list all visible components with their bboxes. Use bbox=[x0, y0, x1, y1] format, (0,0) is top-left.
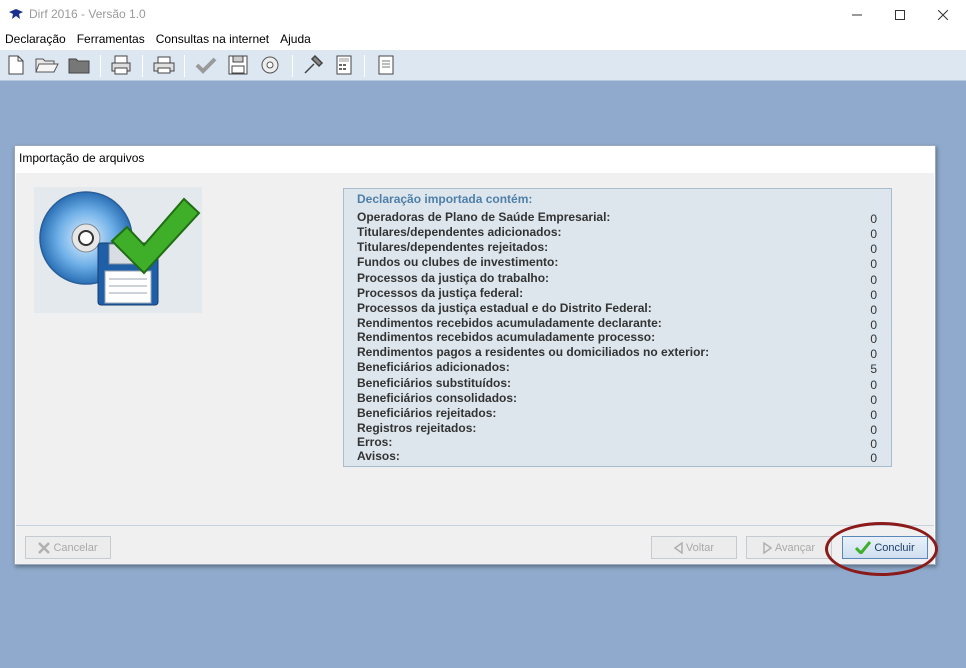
summary-label: Erros: bbox=[357, 435, 393, 449]
open-folder-icon[interactable] bbox=[34, 53, 60, 77]
summary-label: Avisos: bbox=[357, 449, 400, 463]
dialog-body: Declaração importada contém: Operadoras … bbox=[16, 173, 934, 525]
save-as-icon[interactable] bbox=[257, 53, 283, 77]
summary-row: Rendimentos recebidos acumuladamente pro… bbox=[357, 330, 877, 346]
app-logo-icon bbox=[8, 8, 24, 20]
toolbar-separator bbox=[292, 55, 293, 77]
new-document-icon[interactable] bbox=[3, 53, 29, 77]
menu-consultas[interactable]: Consultas na internet bbox=[151, 29, 275, 50]
back-label: Voltar bbox=[685, 541, 715, 554]
summary-row: Beneficiários rejeitados: 0 bbox=[357, 406, 877, 422]
summary-row: Processos da justiça federal: 0 bbox=[357, 286, 877, 302]
report-icon[interactable] bbox=[373, 53, 399, 77]
cancel-button[interactable]: Cancelar bbox=[25, 536, 111, 559]
summary-row: Operadoras de Plano de Saúde Empresarial… bbox=[357, 210, 877, 226]
summary-row: Titulares/dependentes rejeitados: 0 bbox=[357, 240, 877, 256]
summary-row: Registros rejeitados: 0 bbox=[357, 421, 877, 437]
summary-value: 0 bbox=[870, 288, 877, 302]
summary-label: Processos da justiça do trabalho: bbox=[357, 271, 550, 285]
import-summary-panel: Declaração importada contém: Operadoras … bbox=[343, 188, 892, 467]
summary-row: Beneficiários substituídos: 0 bbox=[357, 376, 877, 392]
summary-value: 5 bbox=[870, 362, 877, 376]
summary-label: Titulares/dependentes adicionados: bbox=[357, 225, 562, 239]
summary-row: Processos da justiça estadual e do Distr… bbox=[357, 301, 877, 317]
summary-label: Rendimentos pagos a residentes ou domici… bbox=[357, 345, 710, 359]
summary-label: Processos da justiça federal: bbox=[357, 286, 524, 300]
import-dialog: Importação de arquivos Declaração import… bbox=[14, 145, 936, 565]
menu-bar: Declaração Ferramentas Consultas na inte… bbox=[0, 29, 966, 50]
summary-value: 0 bbox=[870, 347, 877, 361]
next-label: Avançar bbox=[774, 541, 816, 554]
save-icon[interactable] bbox=[225, 53, 251, 77]
summary-value: 0 bbox=[870, 451, 877, 465]
summary-value: 0 bbox=[870, 212, 877, 226]
finish-button[interactable]: Concluir bbox=[842, 536, 928, 559]
summary-value: 0 bbox=[870, 378, 877, 392]
calculator-icon[interactable] bbox=[331, 53, 357, 77]
summary-label: Operadoras de Plano de Saúde Empresarial… bbox=[357, 210, 611, 224]
check-icon[interactable] bbox=[193, 53, 219, 77]
print-icon[interactable] bbox=[151, 53, 177, 77]
toolbar-separator bbox=[142, 55, 143, 77]
summary-row: Rendimentos recebidos acumuladamente dec… bbox=[357, 316, 877, 332]
summary-row: Processos da justiça do trabalho: 0 bbox=[357, 271, 877, 287]
summary-row: Beneficiários consolidados: 0 bbox=[357, 391, 877, 407]
minimize-icon bbox=[852, 14, 862, 15]
summary-value: 0 bbox=[870, 273, 877, 287]
menu-ajuda[interactable]: Ajuda bbox=[275, 29, 317, 50]
settings-icon[interactable] bbox=[300, 53, 326, 77]
check-icon bbox=[855, 541, 872, 554]
back-button[interactable]: Voltar bbox=[651, 536, 737, 559]
dialog-title: Importação de arquivos bbox=[19, 151, 145, 165]
cancel-label: Cancelar bbox=[53, 541, 98, 554]
folder-icon[interactable] bbox=[66, 53, 92, 77]
summary-label: Rendimentos recebidos acumuladamente pro… bbox=[357, 330, 656, 344]
maximize-button[interactable] bbox=[878, 0, 922, 29]
summary-value: 0 bbox=[870, 303, 877, 317]
maximize-icon bbox=[895, 9, 905, 20]
summary-value: 0 bbox=[870, 408, 877, 422]
toolbar-separator bbox=[184, 55, 185, 77]
summary-row: Avisos: 0 bbox=[357, 449, 877, 465]
summary-label: Beneficiários rejeitados: bbox=[357, 406, 497, 420]
summary-heading: Declaração importada contém: bbox=[357, 192, 533, 206]
dialog-footer: Cancelar Voltar Avançar Concluir bbox=[16, 525, 934, 564]
cancel-x-icon bbox=[38, 541, 51, 554]
next-button[interactable]: Avançar bbox=[746, 536, 832, 559]
summary-row: Erros: 0 bbox=[357, 435, 877, 451]
summary-value: 0 bbox=[870, 332, 877, 346]
minimize-button[interactable] bbox=[835, 0, 879, 29]
summary-label: Beneficiários adicionados: bbox=[357, 360, 510, 374]
summary-value: 0 bbox=[870, 393, 877, 407]
close-icon bbox=[938, 9, 948, 20]
import-illustration bbox=[34, 187, 202, 313]
summary-label: Rendimentos recebidos acumuladamente dec… bbox=[357, 316, 662, 330]
summary-label: Beneficiários consolidados: bbox=[357, 391, 518, 405]
menu-declaracao[interactable]: Declaração bbox=[0, 29, 72, 50]
summary-row: Rendimentos pagos a residentes ou domici… bbox=[357, 345, 877, 361]
arrow-right-icon bbox=[763, 541, 772, 554]
summary-label: Fundos ou clubes de investimento: bbox=[357, 255, 559, 269]
toolbar-separator bbox=[100, 55, 101, 77]
summary-row: Titulares/dependentes adicionados: 0 bbox=[357, 225, 877, 241]
close-button[interactable] bbox=[921, 0, 965, 29]
summary-value: 0 bbox=[870, 242, 877, 256]
summary-label: Beneficiários substituídos: bbox=[357, 376, 512, 390]
summary-value: 0 bbox=[870, 257, 877, 271]
summary-label: Titulares/dependentes rejeitados: bbox=[357, 240, 549, 254]
summary-row: Beneficiários adicionados: 5 bbox=[357, 360, 877, 376]
summary-label: Registros rejeitados: bbox=[357, 421, 477, 435]
summary-value: 0 bbox=[870, 227, 877, 241]
toolbar-separator bbox=[364, 55, 365, 77]
title-bar: Dirf 2016 - Versão 1.0 bbox=[0, 0, 966, 29]
summary-label: Processos da justiça estadual e do Distr… bbox=[357, 301, 652, 315]
window-title: Dirf 2016 - Versão 1.0 bbox=[29, 7, 146, 21]
print-preview-icon[interactable] bbox=[108, 53, 134, 77]
menu-ferramentas[interactable]: Ferramentas bbox=[72, 29, 151, 50]
toolbar bbox=[0, 50, 966, 81]
finish-label: Concluir bbox=[874, 541, 915, 554]
summary-row: Fundos ou clubes de investimento: 0 bbox=[357, 255, 877, 271]
arrow-left-icon bbox=[673, 541, 683, 554]
